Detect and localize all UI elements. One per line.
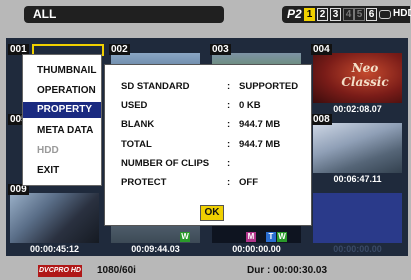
thumbnail-image bbox=[10, 193, 99, 243]
clip-context-menu: THUMBNAIL OPERATION PROPERTY META DATA H… bbox=[22, 54, 102, 186]
ok-button[interactable]: OK bbox=[200, 205, 224, 221]
clip-timecode: 00:06:47.11 bbox=[333, 174, 382, 184]
mode-indicator: ALL bbox=[24, 6, 224, 23]
slot-4[interactable]: 4 bbox=[343, 8, 354, 21]
menu-item-operation[interactable]: OPERATION bbox=[23, 83, 101, 99]
menu-item-hdd[interactable]: HDD bbox=[23, 143, 101, 159]
video-format: 1080/60i bbox=[97, 265, 136, 276]
property-key: BLANK bbox=[121, 119, 155, 130]
p2-label: P2 bbox=[287, 7, 302, 21]
clip-timecode: 00:00:45:12 bbox=[29, 244, 80, 254]
clip-badge-w: W bbox=[180, 232, 190, 242]
slot-2[interactable]: 2 bbox=[317, 8, 328, 21]
mode-label: ALL bbox=[33, 7, 57, 21]
clip-number: 002 bbox=[109, 44, 130, 55]
property-key: TOTAL bbox=[121, 139, 152, 150]
property-value: 944.7 MB bbox=[239, 119, 281, 130]
clip-badge-t: T bbox=[266, 232, 276, 242]
property-key: PROTECT bbox=[121, 177, 167, 188]
clip-thumbnail[interactable]: 009 00:00:45:12 bbox=[8, 184, 101, 254]
property-value: 0 KB bbox=[239, 100, 261, 111]
property-row: USED : 0 KB bbox=[105, 100, 311, 116]
property-separator: : bbox=[227, 177, 231, 188]
p2-card-slots: P2 1 2 3 4 5 6 HDD bbox=[282, 6, 411, 23]
thumbnail-image bbox=[313, 193, 402, 243]
clip-thumbnail[interactable]: Neo Classic 004 00:02:08.07 bbox=[311, 44, 404, 114]
thumbnail-image bbox=[313, 123, 402, 173]
property-key: USED bbox=[121, 100, 148, 111]
menu-item-meta-data[interactable]: META DATA bbox=[23, 123, 101, 139]
top-status-bar: ALL P2 1 2 3 4 5 6 HDD bbox=[0, 0, 411, 28]
clip-number: 004 bbox=[311, 44, 332, 55]
property-value: SUPPORTED bbox=[239, 81, 299, 92]
menu-item-exit[interactable]: EXIT bbox=[23, 163, 101, 179]
property-row: NUMBER OF CLIPS : bbox=[105, 158, 311, 174]
slot-6[interactable]: 6 bbox=[366, 8, 377, 21]
property-separator: : bbox=[227, 158, 231, 169]
clip-timecode: 00:09:44.03 bbox=[131, 244, 180, 254]
property-separator: : bbox=[227, 139, 231, 150]
property-separator: : bbox=[227, 119, 231, 130]
slot-1[interactable]: 1 bbox=[304, 8, 315, 21]
property-dialog: SD STANDARD : SUPPORTED USED : 0 KB BLAN… bbox=[104, 64, 312, 226]
clip-timecode: 00:00:00.00 bbox=[232, 244, 281, 254]
clip-badge-w: W bbox=[277, 232, 287, 242]
clip-badge-m: M bbox=[246, 232, 256, 242]
property-separator: : bbox=[227, 81, 231, 92]
property-row: SD STANDARD : SUPPORTED bbox=[105, 81, 311, 97]
property-value: OFF bbox=[239, 177, 258, 188]
property-key: NUMBER OF CLIPS bbox=[121, 158, 210, 169]
clip-thumbnail[interactable]: 008 00:06:47.11 bbox=[311, 114, 404, 184]
property-row: BLANK : 944.7 MB bbox=[105, 119, 311, 135]
menu-item-thumbnail[interactable]: THUMBNAIL bbox=[23, 63, 101, 79]
thumbnail-text: Neo Classic bbox=[341, 61, 389, 89]
property-key: SD STANDARD bbox=[121, 81, 190, 92]
clip-timecode: 00:02:08.07 bbox=[333, 104, 382, 114]
clip-thumbnail[interactable]: 00:00:00.00 bbox=[311, 184, 404, 254]
clip-timecode: 00:00:00.00 bbox=[333, 244, 382, 254]
clip-duration: Dur : 00:00:30.03 bbox=[247, 265, 328, 276]
clip-number: 003 bbox=[210, 44, 231, 55]
property-row: TOTAL : 944.7 MB bbox=[105, 139, 311, 155]
hdd-label: HDD bbox=[393, 8, 411, 19]
slot-5[interactable]: 5 bbox=[354, 8, 365, 21]
bottom-status-bar: DVCPRO HD 1080/60i Dur : 00:00:30.03 bbox=[0, 262, 411, 280]
property-row: PROTECT : OFF bbox=[105, 177, 311, 193]
property-separator: : bbox=[227, 100, 231, 111]
clip-number: 008 bbox=[311, 114, 332, 125]
property-value: 944.7 MB bbox=[239, 139, 281, 150]
menu-item-property[interactable]: PROPERTY bbox=[23, 102, 101, 118]
hdd-icon bbox=[379, 10, 391, 19]
slot-3[interactable]: 3 bbox=[330, 8, 341, 21]
thumbnail-image: Neo Classic bbox=[313, 53, 402, 103]
codec-badge: DVCPRO HD bbox=[38, 265, 82, 277]
